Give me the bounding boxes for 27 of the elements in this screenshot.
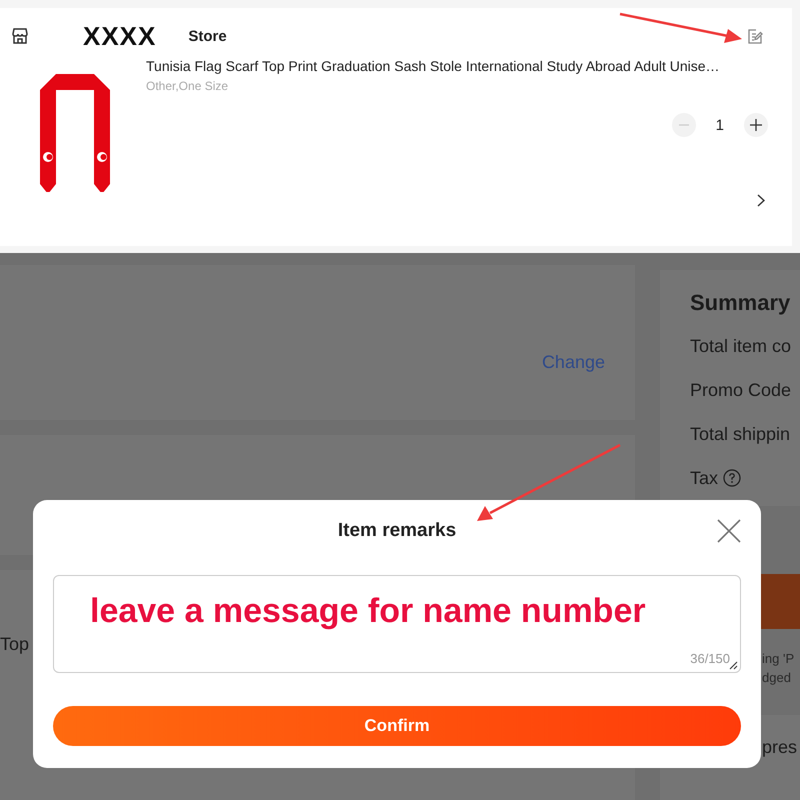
place-order-button[interactable] xyxy=(760,574,800,629)
dialog-title: Item remarks xyxy=(338,520,456,542)
item-text: Top xyxy=(0,634,30,654)
summary-label: Tax xyxy=(690,468,718,488)
store-label[interactable]: Store xyxy=(188,28,227,44)
plus-icon xyxy=(750,119,762,131)
product-variant: Other,One Size xyxy=(146,79,230,93)
close-icon[interactable] xyxy=(717,519,741,543)
field-value: leave a message for name number xyxy=(90,592,646,630)
note-text: ing 'P xyxy=(762,650,796,668)
section-title: pres xyxy=(762,737,798,757)
store-icon xyxy=(11,27,29,45)
note-text: dged xyxy=(762,669,792,687)
summary-label: Total item co xyxy=(690,336,792,356)
chevron-right-icon[interactable] xyxy=(757,194,765,207)
character-counter: 36/150 xyxy=(690,651,730,666)
remarks-field[interactable]: leave a message for name number 36/150 xyxy=(53,575,741,673)
increase-button[interactable] xyxy=(744,113,768,137)
store-name[interactable]: XXXX xyxy=(83,20,156,52)
help-icon[interactable] xyxy=(723,469,742,487)
quantity-value: 1 xyxy=(716,116,724,134)
edit-note-icon[interactable] xyxy=(747,28,764,44)
summary-label: Total shippin xyxy=(690,424,790,444)
resize-icon[interactable] xyxy=(729,661,738,670)
summary-title: Summary xyxy=(690,290,792,316)
product-title[interactable]: Tunisia Flag Scarf Top Print Graduation Sash Stole International Study Abroad Adult Unise… xyxy=(146,58,792,74)
summary-label: Promo Code xyxy=(690,380,792,400)
